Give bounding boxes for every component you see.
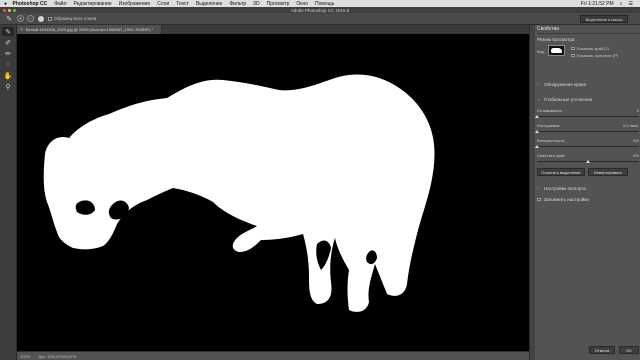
zoom-tool-icon[interactable]: ⚲ bbox=[2, 82, 14, 91]
chevron-right-icon: › bbox=[537, 186, 539, 191]
apple-icon[interactable]: ● bbox=[2, 1, 9, 7]
contrast-thumb[interactable] bbox=[535, 144, 539, 148]
chevron-right-icon: › bbox=[537, 82, 539, 87]
document-tab-bar: × Белый-1615348_1920.jpg @ 100% (Быстро-… bbox=[17, 25, 529, 34]
smooth-track[interactable] bbox=[535, 114, 639, 118]
menu-view[interactable]: Просмотр bbox=[263, 1, 293, 7]
feather-label: Растушевка: bbox=[537, 123, 561, 128]
add-to-selection-icon[interactable]: + bbox=[17, 15, 24, 22]
edge-detection-section[interactable]: › Обнаружение краев bbox=[537, 82, 639, 87]
quick-selection-tool-icon[interactable]: ✎ bbox=[4, 14, 14, 24]
sample-all-layers-toggle[interactable]: Образец всех слоев bbox=[48, 16, 96, 21]
smooth-label: Сглаживание: bbox=[537, 108, 563, 113]
show-edge-label: Показать край (J) bbox=[576, 46, 609, 51]
menu-layers[interactable]: Слои bbox=[154, 1, 173, 7]
tools-panel: ✎ ✐ ✏ ◌ ✋ ⚲ bbox=[0, 25, 17, 360]
remember-settings-option[interactable]: Запомнить настройки bbox=[537, 197, 639, 202]
output-settings-label: Настройки экспорта bbox=[544, 186, 586, 191]
smooth-value[interactable]: 0 bbox=[637, 108, 639, 113]
show-original-checkbox[interactable] bbox=[571, 53, 575, 58]
chevron-down-icon: ⌄ bbox=[537, 96, 541, 101]
status-bar: 100% Док: 10/6,67M/9,67M bbox=[17, 351, 529, 360]
clock: Fri 1:21:52 PM bbox=[580, 0, 614, 7]
contrast-value[interactable]: 0% bbox=[633, 138, 639, 143]
global-refinements-label: Глобальные уточнения bbox=[544, 96, 593, 102]
sample-all-layers-label: Образец всех слоев bbox=[54, 16, 97, 21]
mask-preview-image bbox=[17, 34, 529, 351]
menu-window[interactable]: Окно bbox=[293, 1, 312, 7]
shift-edge-label: Сместить край: bbox=[537, 153, 566, 158]
lasso-tool-icon[interactable]: ◌ bbox=[2, 60, 14, 69]
document-tab[interactable]: × Белый-1615348_1920.jpg @ 100% (Быстро-… bbox=[17, 25, 162, 34]
contrast-slider[interactable]: Контрастность: 0% bbox=[535, 138, 639, 148]
search-icon[interactable]: ⌕ bbox=[617, 1, 626, 7]
clear-selection-button[interactable]: Очистить выделение bbox=[537, 168, 585, 176]
remember-settings-label: Запомнить настройки bbox=[543, 197, 589, 202]
feather-value[interactable]: 0,0 пикс. bbox=[623, 123, 639, 128]
menu-select[interactable]: Выделение bbox=[192, 1, 226, 7]
menu-type[interactable]: Текст bbox=[173, 1, 193, 7]
options-bar: ✎ + − Образец всех слоев Выделение и мас… bbox=[0, 13, 640, 25]
view-mode-row: Вид: Показать край (J) Показать оригинал… bbox=[537, 45, 639, 58]
cancel-button[interactable]: Отмена bbox=[589, 346, 615, 354]
workspace-dropdown[interactable]: Выделение и маска bbox=[580, 15, 628, 23]
menu-file[interactable]: Файл bbox=[51, 1, 70, 7]
output-settings-section[interactable]: › Настройки экспорта bbox=[537, 186, 639, 191]
minimize-window-icon[interactable] bbox=[8, 8, 11, 12]
menu-image[interactable]: Изображение bbox=[115, 1, 154, 7]
view-mode-label: Режим просмотра bbox=[537, 37, 575, 42]
menu-filter[interactable]: Фильтр bbox=[226, 1, 250, 7]
feather-thumb[interactable] bbox=[535, 129, 539, 133]
menu-app[interactable]: Photoshop CC bbox=[9, 1, 51, 7]
show-original-option[interactable]: Показать оригинал (P) bbox=[571, 53, 618, 58]
zoom-level[interactable]: 100% bbox=[20, 354, 30, 359]
panel-collapse-strip[interactable] bbox=[530, 25, 535, 360]
ok-button[interactable]: OK bbox=[619, 346, 639, 354]
properties-panel: Свойства Режим просмотра Вид: Показать к… bbox=[529, 25, 640, 360]
hand-tool-icon[interactable]: ✋ bbox=[2, 71, 14, 80]
global-refinements-section[interactable]: ⌄ Глобальные уточнения bbox=[537, 96, 639, 102]
smooth-thumb[interactable] bbox=[535, 114, 539, 118]
shift-edge-track[interactable] bbox=[537, 159, 639, 163]
shift-edge-value[interactable]: 0% bbox=[633, 153, 639, 158]
brush-tool-icon[interactable]: ✏ bbox=[2, 49, 14, 58]
subtract-from-selection-icon[interactable]: − bbox=[27, 15, 34, 22]
zoom-window-icon[interactable] bbox=[13, 8, 16, 12]
panel-title: Свойства bbox=[537, 25, 639, 34]
edge-detection-label: Обнаружение краев bbox=[544, 82, 586, 87]
document-tab-title: Белый-1615348_1920.jpg @ 100% (Быстро-15… bbox=[25, 27, 154, 32]
contrast-label: Контрастность: bbox=[537, 138, 566, 143]
contrast-track[interactable] bbox=[535, 144, 639, 148]
show-original-label: Показать оригинал (P) bbox=[576, 53, 619, 58]
show-edge-option[interactable]: Показать край (J) bbox=[571, 46, 618, 51]
close-window-icon[interactable] bbox=[3, 8, 6, 12]
canvas[interactable] bbox=[17, 34, 529, 351]
quick-selection-brush-icon[interactable]: ✎ bbox=[2, 27, 14, 36]
mac-menu-bar: ● Photoshop CC Файл Редактирование Изобр… bbox=[0, 0, 640, 7]
smooth-slider[interactable]: Сглаживание: 0 bbox=[535, 108, 639, 118]
sample-all-layers-checkbox[interactable] bbox=[48, 16, 52, 21]
invert-button[interactable]: Инвертировать bbox=[588, 168, 628, 176]
window-title: Adobe Photoshop CC 2015.5 bbox=[290, 7, 350, 13]
menu-help[interactable]: Помощь bbox=[312, 1, 338, 7]
shift-edge-thumb[interactable] bbox=[586, 159, 590, 163]
show-edge-checkbox[interactable] bbox=[571, 46, 575, 51]
feather-track[interactable] bbox=[535, 129, 639, 133]
brush-size-icon[interactable] bbox=[38, 15, 44, 22]
feather-slider[interactable]: Растушевка: 0,0 пикс. bbox=[535, 123, 639, 133]
shift-edge-slider[interactable]: Сместить край: 0% bbox=[537, 153, 639, 163]
menu-edit[interactable]: Редактирование bbox=[70, 1, 115, 7]
menu-3d[interactable]: 3D bbox=[250, 1, 263, 7]
menu-list-icon[interactable]: ☰ bbox=[626, 1, 636, 7]
view-mode-dropdown[interactable] bbox=[548, 45, 565, 56]
document-info: Док: 10/6,67M/9,67M bbox=[38, 353, 77, 359]
view-thumb-icon bbox=[551, 48, 562, 53]
remember-settings-checkbox[interactable] bbox=[537, 197, 541, 202]
view-label: Вид: bbox=[537, 49, 546, 54]
close-tab-icon[interactable]: × bbox=[20, 27, 23, 33]
refine-edge-brush-icon[interactable]: ✐ bbox=[2, 38, 14, 47]
